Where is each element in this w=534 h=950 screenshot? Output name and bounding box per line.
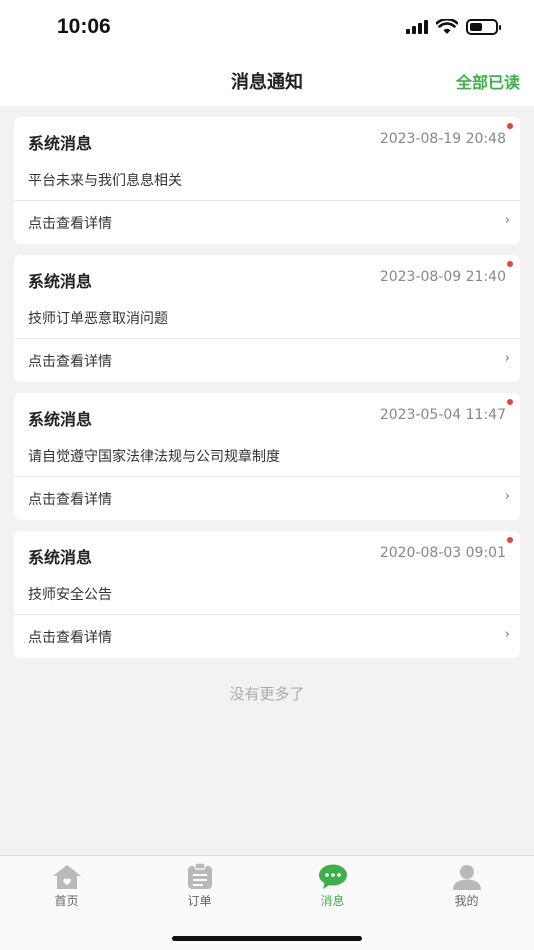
message-title: 系统消息 [28,134,93,153]
page-title: 消息通知 [231,72,303,93]
message-title: 系统消息 [28,548,93,567]
view-details-label: 点击查看详情 [28,354,112,370]
message-content: 平台未来与我们息息相关 [28,173,182,189]
view-details-label: 点击查看详情 [28,630,112,646]
mark-all-read-button[interactable]: 全部已读 [456,69,520,93]
message-title: 系统消息 [28,410,93,429]
message-time: 2020-08-03 09:01 [379,545,506,561]
view-details-link[interactable]: 点击查看详情 › [14,477,520,520]
message-content: 请自觉遵守国家法律法规与公司规章制度 [28,449,280,465]
message-card: 系统消息 2023-08-19 20:48 平台未来与我们息息相关 点击查看详情… [14,117,520,244]
tab-home[interactable]: 首页 [0,864,133,909]
home-indicator[interactable] [172,936,362,941]
battery-icon [466,19,501,35]
chevron-right-icon: › [504,213,510,228]
message-card: 系统消息 2020-08-03 09:01 技师安全公告 点击查看详情 › [14,531,520,658]
message-time: 2023-05-04 11:47 [379,407,506,423]
chat-bubble-icon [318,864,347,889]
message-list: 系统消息 2023-08-19 20:48 平台未来与我们息息相关 点击查看详情… [14,117,520,669]
tab-home-label: 首页 [54,894,79,908]
home-icon [52,865,81,889]
unread-dot [507,261,513,267]
tab-orders[interactable]: 订单 [133,863,266,909]
message-title: 系统消息 [28,272,93,291]
message-card: 系统消息 2023-05-04 11:47 请自觉遵守国家法律法规与公司规章制度… [14,393,520,520]
clipboard-icon [187,863,212,889]
view-details-label: 点击查看详情 [28,492,112,508]
chevron-right-icon: › [504,351,510,366]
tab-messages[interactable]: 消息 [266,864,399,909]
status-time: 10:06 [57,15,111,38]
view-details-label: 点击查看详情 [28,216,112,232]
wifi-icon [436,19,458,34]
message-time: 2023-08-09 21:40 [379,269,506,285]
unread-dot [507,123,513,129]
tab-profile[interactable]: 我的 [400,864,533,909]
chevron-right-icon: › [504,489,510,504]
tab-messages-label: 消息 [320,894,345,908]
no-more-text: 没有更多了 [229,685,305,703]
chevron-right-icon: › [504,627,510,642]
unread-dot [507,399,513,405]
unread-dot [507,537,513,543]
message-time: 2023-08-19 20:48 [379,131,506,147]
message-content: 技师订单恶意取消问题 [28,311,168,327]
view-details-link[interactable]: 点击查看详情 › [14,615,520,658]
tab-profile-label: 我的 [454,894,479,908]
message-content: 技师安全公告 [28,587,112,603]
cellular-signal-icon [406,20,428,34]
tab-orders-label: 订单 [187,894,212,908]
view-details-link[interactable]: 点击查看详情 › [14,201,520,244]
message-card: 系统消息 2023-08-09 21:40 技师订单恶意取消问题 点击查看详情 … [14,255,520,382]
nav-bar: 消息通知 全部已读 [0,56,534,106]
status-icons [406,19,501,35]
view-details-link[interactable]: 点击查看详情 › [14,339,520,382]
user-icon [452,865,481,890]
status-bar: 10:06 [0,0,534,56]
